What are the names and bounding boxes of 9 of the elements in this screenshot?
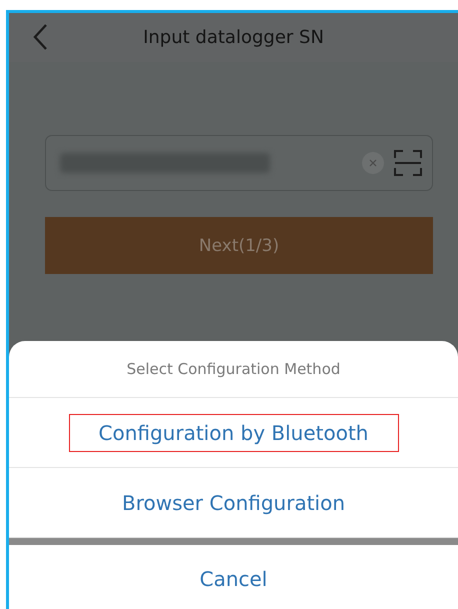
scan-icon[interactable] <box>394 150 422 176</box>
back-icon[interactable] <box>32 23 48 51</box>
screen-title: Input datalogger SN <box>143 27 324 48</box>
sheet-title: Select Configuration Method <box>9 341 458 398</box>
clear-icon[interactable] <box>362 152 384 174</box>
serial-number-field[interactable] <box>45 135 433 191</box>
menu-option[interactable]: Browser Configuration <box>110 484 356 522</box>
next-button[interactable]: Next(1/3) <box>45 217 433 274</box>
menu-option[interactable]: Configuration by Bluetooth <box>68 414 398 452</box>
